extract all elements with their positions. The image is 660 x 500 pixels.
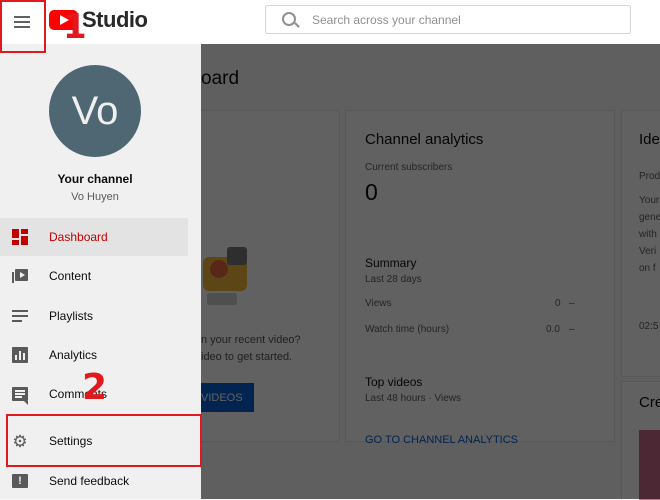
watch-time-label: Watch time (hours) (365, 324, 450, 335)
analytics-icon (11, 346, 29, 364)
create-thumbnail (639, 430, 660, 500)
views-change: – (569, 298, 575, 309)
upload-illustration (203, 247, 247, 305)
dashboard-icon (11, 228, 29, 246)
watch-time-value: 0.0 (546, 324, 560, 335)
sidebar-item-send-feedback[interactable]: ! Send feedback (0, 462, 188, 500)
upload-card: n your recent video? ideo to get started… (201, 110, 340, 442)
sidebar-item-dashboard[interactable]: Dashboard (0, 218, 188, 256)
page-title: oard (201, 68, 240, 89)
playlists-icon (11, 307, 29, 325)
feedback-icon: ! (11, 472, 29, 490)
channel-title: Your channel (57, 172, 133, 186)
watch-time-change: – (569, 324, 575, 335)
search-input[interactable]: Search across your channel (312, 13, 461, 27)
top-videos-title: Top videos (365, 375, 423, 389)
logo-text: Studio (82, 7, 148, 32)
annotation-step-2: 2 (82, 367, 108, 408)
views-label: Views (365, 298, 392, 309)
sidebar-item-label: Content (49, 269, 92, 283)
upload-text-line2: ideo to get started. (201, 351, 293, 363)
views-value: 0 (555, 298, 561, 309)
ideas-line-2: Your (639, 195, 660, 206)
channel-user: Vo Huyen (71, 191, 119, 203)
analytics-title: Channel analytics (365, 131, 484, 148)
create-title: Cre (639, 394, 660, 411)
comments-icon (11, 385, 29, 405)
upload-videos-button[interactable]: VIDEOS (201, 383, 254, 412)
content-icon (11, 267, 29, 285)
ideas-footer: 02:5 (639, 321, 659, 332)
annotation-step-1: 1 (63, 7, 87, 47)
upload-text-line1: n your recent video? (201, 334, 301, 346)
subscribers-value: 0 (365, 179, 378, 205)
sidebar-item-label: Send feedback (49, 474, 130, 488)
search-bar[interactable]: Search across your channel (265, 5, 631, 34)
sidebar-item-label: Playlists (49, 309, 94, 323)
channel-analytics-card: Channel analytics Current subscribers 0 … (345, 110, 615, 446)
top-videos-period: Last 48 hours · Views (365, 393, 461, 404)
ideas-line-1: Prod (639, 171, 660, 182)
sidebar-item-playlists[interactable]: Playlists (0, 297, 188, 335)
ideas-line-5: Veri (639, 246, 657, 257)
sidebar-item-label: Dashboard (49, 230, 108, 244)
highlight-box-menu (0, 0, 46, 53)
ideas-title: Ide (639, 131, 660, 148)
avatar[interactable]: Vo (49, 65, 141, 157)
search-icon (282, 12, 296, 26)
highlight-box-settings (6, 414, 202, 467)
subscribers-label: Current subscribers (365, 162, 453, 173)
avatar-initials: Vo (71, 88, 119, 133)
summary-period: Last 28 days (365, 274, 422, 285)
top-bar: Studio Search across your channel (0, 0, 660, 44)
ideas-card: Ide Prod Your gene with Veri on f 02:5 (621, 110, 660, 377)
summary-title: Summary (365, 256, 417, 270)
ideas-line-6: on f (639, 263, 656, 274)
sidebar-item-label: Analytics (49, 348, 98, 362)
go-to-analytics-link[interactable]: GO TO CHANNEL ANALYTICS (365, 434, 518, 446)
ideas-line-3: gene (639, 212, 660, 223)
create-card: Cre (621, 381, 660, 500)
ideas-line-4: with (639, 229, 657, 240)
sidebar-item-content[interactable]: Content (0, 257, 188, 295)
